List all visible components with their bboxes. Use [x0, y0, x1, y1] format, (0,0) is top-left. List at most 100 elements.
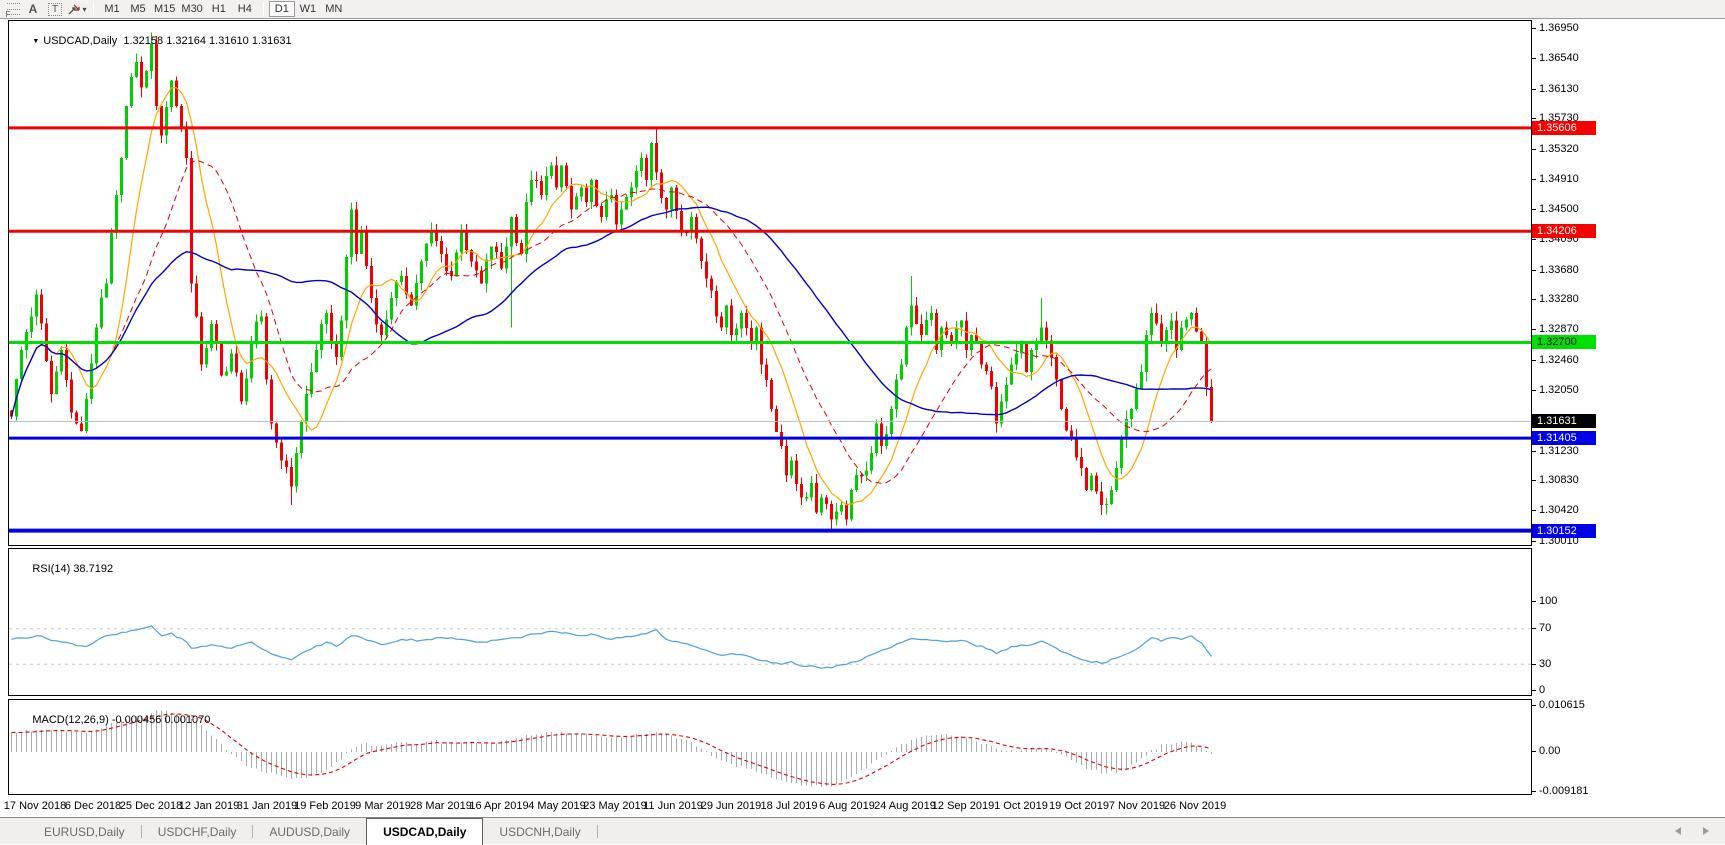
level-badge: 1.35606 [1532, 121, 1596, 135]
rsi-name: RSI(14) [32, 563, 70, 575]
macd-label: MACD(12,26,9) -0.000456 0.001070 [14, 702, 210, 738]
level-badge: 1.30152 [1532, 524, 1596, 538]
level-badge: 1.31405 [1532, 431, 1596, 445]
timeframe-group: M1M5M15M30H1H4 [99, 1, 258, 17]
date-label: 19 Oct 2019 [1049, 800, 1109, 812]
date-label: 7 Nov 2019 [1109, 800, 1165, 812]
date-label: 12 Sep 2019 [932, 800, 994, 812]
timeframe-button-m5[interactable]: M5 [125, 1, 151, 17]
text-label-tool-button[interactable]: A [22, 1, 44, 18]
level-badge: 1.32700 [1532, 335, 1596, 349]
price-tick-label: 1.34500 [1539, 203, 1579, 216]
rsi-line-layer [9, 549, 1531, 695]
date-label: 25 Dec 2018 [120, 800, 182, 812]
timeframe-button-w1[interactable]: W1 [295, 1, 321, 17]
price-tick-label: 1.36540 [1539, 52, 1579, 65]
price-tick-label: 1.36950 [1539, 22, 1579, 35]
tab-scroll-left-icon[interactable] [1675, 827, 1681, 835]
price-tick-label: 1.31230 [1539, 445, 1579, 458]
tab-eurusd[interactable]: EURUSD,Daily [28, 818, 141, 845]
price-tick-label: 1.30830 [1539, 474, 1579, 487]
price-tick-label: 1.33680 [1539, 264, 1579, 277]
tab-usdcnh[interactable]: USDCNH,Daily [483, 818, 596, 845]
chart-title: ▼ USDCAD,Daily 1.32158 1.32164 1.31610 1.… [14, 23, 292, 59]
macd-axis-label: 0.010615 [1539, 699, 1585, 712]
symbol-period-label: USDCAD,Daily [43, 35, 117, 47]
date-label: 6 Aug 2019 [819, 800, 875, 812]
date-label: 12 Jan 2019 [179, 800, 240, 812]
date-label: 19 Feb 2019 [294, 800, 356, 812]
date-label: 16 Apr 2019 [469, 800, 528, 812]
candles-layer [9, 21, 1531, 545]
date-label: 18 Jul 2019 [761, 800, 818, 812]
price-tick-label: 1.33280 [1539, 293, 1579, 306]
rsi-line [12, 626, 1212, 668]
ohlc-close: 1.31631 [252, 35, 292, 47]
macd-name: MACD(12,26,9) [32, 714, 108, 726]
level-badge: 1.34206 [1532, 224, 1596, 238]
ohlc-low: 1.31610 [209, 35, 249, 47]
rsi-panel[interactable]: RSI(14) 38.7192 [8, 548, 1532, 696]
timeframe-button-d1[interactable]: D1 [269, 1, 295, 17]
toolbar: F A T ▾ M1M5M15M30H1H4 D1W1MN [0, 0, 1725, 19]
rsi-label: RSI(14) 38.7192 [14, 551, 113, 587]
chart-menu-marker-icon[interactable]: ▼ [32, 38, 39, 45]
toolbar-separator [93, 2, 94, 16]
rsi-value: 38.7192 [73, 563, 113, 575]
arrows-icon [67, 3, 81, 16]
price-tick-label: 1.36130 [1539, 83, 1579, 96]
tab-usdchf[interactable]: USDCHF,Daily [142, 818, 253, 845]
ohlc-high: 1.32164 [166, 35, 206, 47]
main-chart-panel[interactable]: ▼ USDCAD,Daily 1.32158 1.32164 1.31610 1.… [8, 20, 1532, 546]
date-label: 1 Oct 2019 [994, 800, 1048, 812]
macd-signal-value: 0.001070 [164, 714, 210, 726]
timeframe-button-h4[interactable]: H4 [232, 1, 258, 17]
current-price-badge: 1.31631 [1532, 414, 1596, 428]
arrows-dropdown-caret[interactable]: ▾ [82, 5, 86, 14]
date-label: 23 May 2019 [583, 800, 647, 812]
timeframe-group: D1W1MN [269, 1, 347, 17]
text-tool-button[interactable]: T [44, 1, 66, 18]
price-tick-label: 1.30420 [1539, 504, 1579, 517]
timeframe-button-h1[interactable]: H1 [206, 1, 232, 17]
price-tick-label: 1.34910 [1539, 173, 1579, 186]
moving-average-10 [12, 88, 1212, 505]
date-label: 17 Nov 2018 [4, 800, 66, 812]
macd-axis-label: 0.00 [1539, 745, 1560, 758]
date-label: 29 Jun 2019 [701, 800, 762, 812]
date-label: 28 Mar 2019 [410, 800, 472, 812]
date-label: 26 Nov 2019 [1164, 800, 1226, 812]
fibonacci-icon: F [7, 3, 20, 15]
rsi-axis-label: 100 [1539, 595, 1557, 608]
date-label: 4 May 2019 [528, 800, 585, 812]
rsi-axis-label: 70 [1539, 622, 1551, 635]
macd-panel[interactable]: MACD(12,26,9) -0.000456 0.001070 [8, 699, 1532, 795]
fibonacci-tool-button[interactable]: F [0, 1, 22, 18]
date-label: 24 Aug 2019 [874, 800, 936, 812]
toolbar-separator [263, 2, 264, 16]
time-axis[interactable]: 17 Nov 20186 Dec 201825 Dec 201812 Jan 2… [0, 797, 1725, 817]
timeframe-button-mn[interactable]: MN [321, 1, 347, 17]
date-label: 31 Jan 2019 [237, 800, 298, 812]
tab-scroll-right-icon[interactable] [1703, 827, 1709, 835]
timeframe-button-m30[interactable]: M30 [178, 1, 205, 17]
tab-usdcad[interactable]: USDCAD,Daily [366, 818, 483, 845]
date-label: 9 Mar 2019 [355, 800, 411, 812]
date-label: 11 Jun 2019 [643, 800, 703, 812]
tab-separator [597, 825, 598, 838]
arrows-tool-button[interactable]: ▾ [66, 1, 88, 18]
chart-tabbar: EURUSD,DailyUSDCHF,DailyAUDUSD,DailyUSDC… [0, 817, 1725, 844]
chart-workspace: ▼ USDCAD,Daily 1.32158 1.32164 1.31610 1.… [0, 19, 1725, 817]
rsi-axis-label: 0 [1539, 684, 1545, 697]
macd-value: -0.000456 [112, 714, 162, 726]
rsi-axis-label: 30 [1539, 658, 1551, 671]
timeframe-button-m1[interactable]: M1 [99, 1, 125, 17]
price-tick-label: 1.32050 [1539, 384, 1579, 397]
text-label-icon: A [29, 2, 38, 16]
text-box-icon: T [48, 3, 62, 16]
timeframe-button-m15[interactable]: M15 [151, 1, 178, 17]
ohlc-open: 1.32158 [123, 35, 163, 47]
date-label: 6 Dec 2018 [65, 800, 121, 812]
price-tick-label: 1.32460 [1539, 354, 1579, 367]
tab-audusd[interactable]: AUDUSD,Daily [253, 818, 366, 845]
